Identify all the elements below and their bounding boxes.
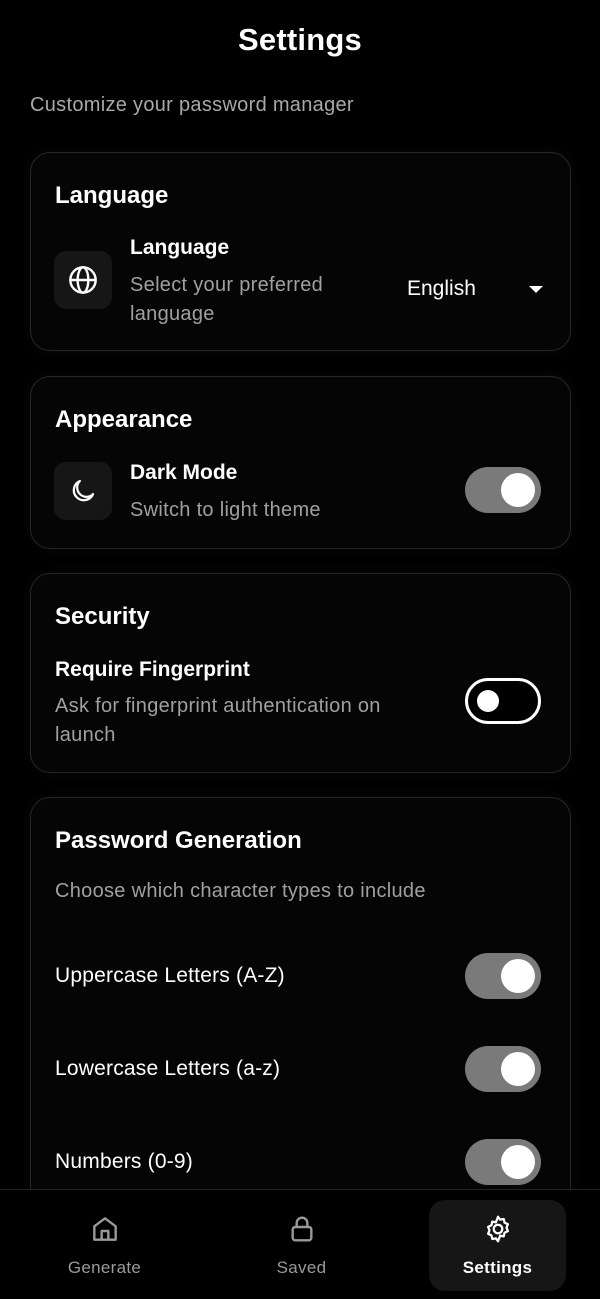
lowercase-toggle[interactable]: [465, 1046, 541, 1092]
globe-icon: [54, 251, 112, 309]
language-desc-line2: language: [130, 303, 215, 325]
moon-icon: [54, 462, 112, 520]
page-subtitle: Customize your password manager: [30, 94, 354, 116]
numbers-label: Numbers (0-9): [55, 1150, 193, 1173]
bottom-nav: Generate Saved Settings: [0, 1189, 600, 1299]
password-card-desc: Choose which character types to include: [55, 880, 426, 902]
nav-settings[interactable]: Settings: [429, 1200, 566, 1291]
nav-saved[interactable]: Saved: [233, 1200, 370, 1291]
uppercase-toggle[interactable]: [465, 953, 541, 999]
password-card-title: Password Generation: [55, 827, 302, 854]
toggle-knob: [477, 690, 499, 712]
fingerprint-toggle[interactable]: [465, 678, 541, 724]
language-select[interactable]: English: [407, 269, 547, 309]
caret-down-icon: [529, 285, 543, 293]
security-card-title: Security: [55, 603, 150, 630]
dark-mode-desc: Switch to light theme: [130, 499, 321, 521]
toggle-knob: [501, 1052, 535, 1086]
toggle-knob: [501, 473, 535, 507]
lowercase-label: Lowercase Letters (a-z): [55, 1057, 281, 1080]
numbers-toggle[interactable]: [465, 1139, 541, 1185]
page-title: Settings: [238, 22, 362, 57]
fingerprint-desc-line1: Ask for fingerprint authentication on: [55, 695, 381, 717]
home-icon: [89, 1213, 121, 1250]
nav-generate[interactable]: Generate: [36, 1200, 173, 1291]
language-row-title: Language: [130, 236, 230, 259]
language-desc-line1: Select your preferred: [130, 274, 324, 296]
uppercase-label: Uppercase Letters (A-Z): [55, 964, 285, 987]
fingerprint-title: Require Fingerprint: [55, 658, 250, 681]
toggle-knob: [501, 1145, 535, 1179]
password-generation-card: Password Generation Choose which charact…: [30, 797, 571, 1227]
nav-saved-label: Saved: [276, 1258, 327, 1277]
appearance-card: Appearance Dark Mode Switch to light the…: [30, 376, 571, 549]
language-select-value: English: [407, 277, 476, 300]
gear-icon: [482, 1213, 514, 1250]
nav-generate-label: Generate: [67, 1258, 142, 1277]
lock-icon: [286, 1213, 318, 1250]
language-card: Language Language Select your preferred …: [30, 152, 571, 351]
header: Settings: [0, 0, 600, 80]
dark-mode-title: Dark Mode: [130, 461, 238, 484]
language-row-desc: Select your preferred language: [130, 271, 323, 329]
language-card-title: Language: [55, 182, 169, 209]
appearance-card-title: Appearance: [55, 406, 193, 433]
toggle-knob: [501, 959, 535, 993]
dark-mode-toggle[interactable]: [465, 467, 541, 513]
fingerprint-desc-line2: launch: [55, 724, 116, 746]
nav-settings-label: Settings: [462, 1258, 533, 1277]
fingerprint-desc: Ask for fingerprint authentication on la…: [55, 692, 381, 750]
security-card: Security Require Fingerprint Ask for fin…: [30, 573, 571, 773]
